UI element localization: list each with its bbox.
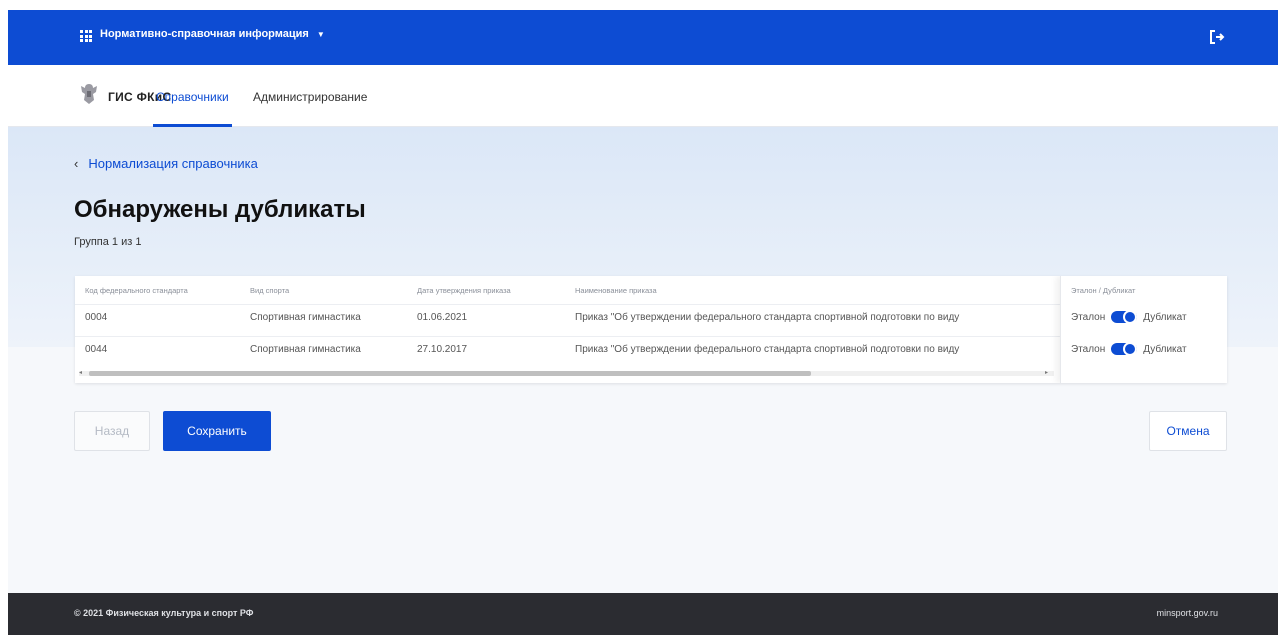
duplicates-table: Код федерального стандарта Вид спорта Да…	[75, 276, 1227, 383]
page-title: Обнаружены дубликаты	[74, 196, 366, 223]
cell-date: 27.10.2017	[417, 344, 468, 355]
tab-directories[interactable]: Справочники	[153, 90, 232, 127]
duplicate-label: Дубликат	[1143, 343, 1187, 355]
tab-administration[interactable]: Администрирование	[253, 90, 367, 104]
cell-date: 01.06.2021	[417, 312, 468, 323]
footer-copyright: © 2021 Физическая культура и спорт РФ	[74, 608, 254, 618]
reference-duplicate-switch-row-1: Эталон Дубликат	[1071, 310, 1187, 324]
apps-grid-icon[interactable]	[80, 30, 92, 42]
horizontal-scrollbar[interactable]: ◂ ▸	[79, 369, 1054, 377]
cell-code: 0004	[85, 312, 108, 323]
coat-of-arms-logo	[81, 84, 97, 104]
footer: © 2021 Физическая культура и спорт РФ mi…	[8, 593, 1278, 635]
chevron-left-icon: ‹	[74, 156, 79, 171]
column-header-sport: Вид спорта	[250, 286, 290, 295]
back-link-label: Нормализация справочника	[88, 156, 258, 171]
back-link[interactable]: ‹ Нормализация справочника	[74, 156, 258, 171]
header-nav: ГИС ФКиС Справочники Администрирование	[8, 65, 1278, 127]
duplicate-label: Дубликат	[1143, 311, 1187, 323]
column-header-date: Дата утверждения приказа	[417, 286, 511, 295]
scroll-thumb[interactable]	[89, 371, 811, 376]
save-button[interactable]: Сохранить	[163, 411, 271, 451]
logout-icon[interactable]	[1208, 28, 1226, 46]
cell-sport: Спортивная гимнастика	[250, 312, 361, 323]
cell-order-name: Приказ "Об утверждении федерального стан…	[575, 312, 960, 323]
column-header-order-name: Наименование приказа	[575, 286, 657, 295]
back-button[interactable]: Назад	[74, 411, 150, 451]
table-row: 0044 Спортивная гимнастика 27.10.2017 Пр…	[75, 336, 1227, 362]
reference-label: Эталон	[1071, 343, 1106, 355]
chevron-down-icon: ▼	[316, 29, 325, 39]
app-frame: Нормативно-справочная информация ▼ ГИС Ф…	[8, 10, 1278, 635]
table-row: 0004 Спортивная гимнастика 01.06.2021 Пр…	[75, 304, 1227, 330]
reference-duplicate-column: Эталон / Дубликат Эталон Дубликат Эталон…	[1060, 276, 1227, 383]
scroll-right-arrow-icon[interactable]: ▸	[1045, 369, 1048, 376]
reference-duplicate-toggle[interactable]	[1111, 342, 1138, 356]
column-header-reference-duplicate: Эталон / Дубликат	[1071, 286, 1136, 295]
cancel-button[interactable]: Отмена	[1149, 411, 1227, 451]
reference-label: Эталон	[1071, 311, 1106, 323]
cell-order-name: Приказ "Об утверждении федерального стан…	[575, 344, 960, 355]
cell-sport: Спортивная гимнастика	[250, 344, 361, 355]
top-bar: Нормативно-справочная информация ▼	[8, 10, 1278, 65]
footer-site-link[interactable]: minsport.gov.ru	[1157, 608, 1218, 618]
reference-duplicate-toggle[interactable]	[1111, 310, 1138, 324]
reference-duplicate-switch-row-2: Эталон Дубликат	[1071, 342, 1187, 356]
app-switcher-label: Нормативно-справочная информация	[100, 28, 309, 40]
column-header-code: Код федерального стандарта	[85, 286, 188, 295]
group-counter: Группа 1 из 1	[74, 236, 142, 248]
cell-code: 0044	[85, 344, 108, 355]
app-switcher[interactable]: Нормативно-справочная информация ▼	[100, 28, 325, 40]
scroll-left-arrow-icon[interactable]: ◂	[79, 369, 82, 376]
